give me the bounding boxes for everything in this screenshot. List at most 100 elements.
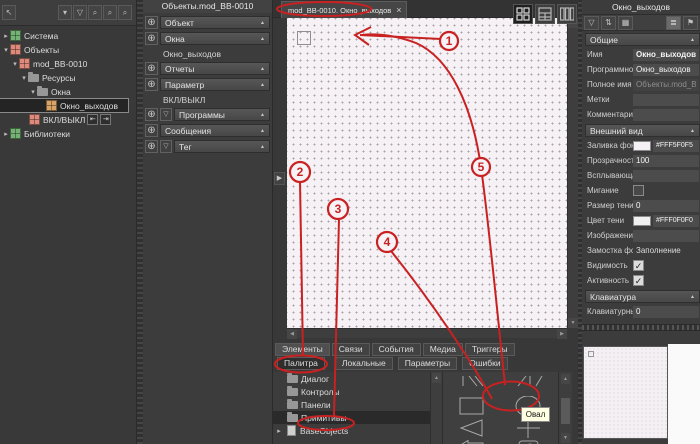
collapse-icon[interactable]: ▲ (260, 144, 265, 150)
section-bar[interactable]: Тег ▲ (174, 140, 270, 153)
list-view-icon[interactable]: ≣ (666, 16, 681, 30)
tree-item-libraries[interactable]: ▸ Библиотеки (0, 127, 136, 140)
palette-item-controls[interactable]: Контролы (273, 385, 430, 398)
add-object-button[interactable]: ⊕ (145, 16, 158, 29)
shape-arrow[interactable] (456, 440, 488, 444)
chevron-right-icon[interactable]: ▸ (2, 130, 10, 138)
opacity-field[interactable]: 100 (633, 155, 699, 167)
horizontal-splitter[interactable] (582, 324, 700, 331)
add-parameter-button[interactable]: ⊕ (145, 78, 158, 91)
palette-scrollbar[interactable]: ▲ (430, 372, 442, 444)
tab-triggers[interactable]: Триггеры (465, 343, 515, 356)
shape-triangle[interactable] (456, 418, 488, 438)
tree-item-resources[interactable]: ▾ Ресурсы (0, 71, 136, 84)
search-icon[interactable]: ⌕ (88, 5, 102, 20)
tree-item-onoff[interactable]: ВКЛ/ВЫКЛ ⇤ ⇥ (0, 113, 136, 126)
bind-in-icon[interactable]: ⇤ (87, 114, 98, 125)
tab-locals[interactable]: Локальные (335, 357, 393, 370)
add-report-button[interactable]: ⊕ (145, 62, 158, 75)
keyboard-input-field[interactable]: 0 (633, 306, 699, 318)
zoom-out-icon[interactable]: ⌕ (118, 5, 132, 20)
dropdown-icon[interactable]: ▾ (58, 5, 72, 20)
chevron-down-icon[interactable]: ▾ (2, 46, 10, 54)
chevron-right-icon[interactable]: ▸ (275, 427, 283, 435)
canvas-tab[interactable]: mod_BB-0010. Окно_выходов × (281, 1, 407, 18)
shadow-color-field[interactable]: #FFF0F0F0 (653, 215, 699, 227)
tree-item-window-outputs[interactable]: Окно_выходов (0, 99, 128, 112)
shapes-scrollbar[interactable]: ▲ ▼ (558, 372, 572, 444)
chevron-right-icon[interactable]: ▸ (2, 32, 10, 40)
section-bar[interactable]: Объект ▲ (160, 16, 270, 29)
tab-errors[interactable]: Ошибки (462, 357, 508, 370)
canvas-hscrollbar[interactable]: ◀ ▶ (287, 328, 567, 338)
section-bar[interactable]: Окна ▲ (160, 32, 270, 45)
fill-color-swatch[interactable] (633, 141, 651, 151)
filter-icon[interactable]: ▽ (73, 5, 87, 20)
pointer-tool-icon[interactable]: ↖ (2, 5, 16, 20)
palette-item-baseobjects[interactable]: ▸ BaseObjects (273, 424, 430, 437)
section-appearance[interactable]: Внешний вид ▲ (585, 124, 700, 137)
canvas-vscrollbar[interactable]: ▲ ▼ (567, 18, 578, 328)
section-bar[interactable]: Отчеты ▲ (160, 62, 270, 75)
collapse-icon[interactable]: ▲ (690, 294, 695, 300)
tab-elements[interactable]: Элементы (275, 343, 330, 356)
add-tag-button[interactable]: ⊕ (145, 140, 158, 153)
collapse-icon[interactable]: ▲ (690, 128, 695, 134)
scroll-up-icon[interactable]: ▲ (432, 373, 441, 383)
add-window-button[interactable]: ⊕ (145, 32, 158, 45)
visibility-checkbox[interactable]: ✓ (633, 260, 644, 271)
blink-checkbox[interactable] (633, 185, 644, 196)
tile-mode-select[interactable]: Заполнение (633, 245, 699, 257)
window-list-item[interactable]: Окно_выходов (163, 48, 270, 59)
tooltip-field[interactable] (633, 170, 699, 182)
scroll-up-icon[interactable]: ▲ (561, 374, 570, 384)
filter-icon[interactable]: ▽ (160, 108, 172, 121)
shape-lines-1[interactable] (456, 374, 488, 394)
tree-item-objects[interactable]: ▾ Объекты (0, 43, 136, 56)
program-name-field[interactable]: Окно_выходов (633, 64, 699, 76)
chevron-down-icon[interactable]: ▾ (11, 60, 19, 68)
shadow-color-swatch[interactable] (633, 216, 651, 226)
tab-palette[interactable]: Палитра (277, 357, 325, 370)
comment-field[interactable] (633, 109, 699, 121)
design-canvas[interactable] (287, 18, 567, 328)
section-bar[interactable]: Сообщения ▲ (160, 124, 270, 137)
section-bar[interactable]: Параметр ▲ (160, 78, 270, 91)
grid-2x2-layout-icon[interactable] (513, 4, 533, 24)
flag-icon[interactable]: ⚑ (683, 16, 698, 30)
tab-events[interactable]: События (372, 343, 421, 356)
chevron-down-icon[interactable]: ▾ (29, 88, 37, 96)
parameter-list-item[interactable]: ВКЛ/ВЫКЛ (163, 94, 270, 105)
add-message-button[interactable]: ⊕ (145, 124, 158, 137)
tab-media[interactable]: Медиа (423, 343, 463, 356)
fill-color-field[interactable]: #FFF5F0F5 (653, 140, 699, 152)
categories-icon[interactable]: ▦ (618, 16, 633, 30)
tab-parameters[interactable]: Параметры (398, 357, 457, 370)
tree-item-module[interactable]: ▾ mod_BB-0010 (0, 57, 136, 70)
bind-out-icon[interactable]: ⇥ (100, 114, 111, 125)
collapse-icon[interactable]: ▲ (690, 37, 695, 43)
collapse-icon[interactable]: ▲ (260, 128, 265, 134)
palette-item-panels[interactable]: Панели (273, 398, 430, 411)
chevron-down-icon[interactable]: ▾ (20, 74, 28, 82)
tree-search-box[interactable] (17, 5, 57, 20)
name-field[interactable]: Окно_выходов (633, 49, 699, 61)
close-icon[interactable]: × (396, 5, 401, 15)
panel-expander-icon[interactable]: ▶ (274, 172, 285, 185)
tags-field[interactable] (633, 94, 699, 106)
add-program-button[interactable]: ⊕ (145, 108, 158, 121)
tree-item-system[interactable]: ▸ Система (0, 29, 136, 42)
scroll-down-icon[interactable]: ▼ (568, 318, 578, 328)
filter-icon[interactable]: ▽ (584, 16, 599, 30)
palette-item-dialog[interactable]: Диалог (273, 372, 430, 385)
scroll-down-icon[interactable]: ▼ (561, 433, 570, 443)
palette-item-primitives[interactable]: Примитивы (273, 411, 430, 424)
collapse-icon[interactable]: ▲ (260, 66, 265, 72)
table-layout-icon[interactable] (535, 4, 555, 24)
shadow-size-field[interactable]: 0 (633, 200, 699, 212)
tab-links[interactable]: Связи (332, 343, 370, 356)
canvas-square-element[interactable] (297, 31, 311, 45)
scroll-left-icon[interactable]: ◀ (287, 329, 297, 339)
collapse-icon[interactable]: ▲ (260, 20, 265, 26)
collapse-icon[interactable]: ▲ (260, 36, 265, 42)
